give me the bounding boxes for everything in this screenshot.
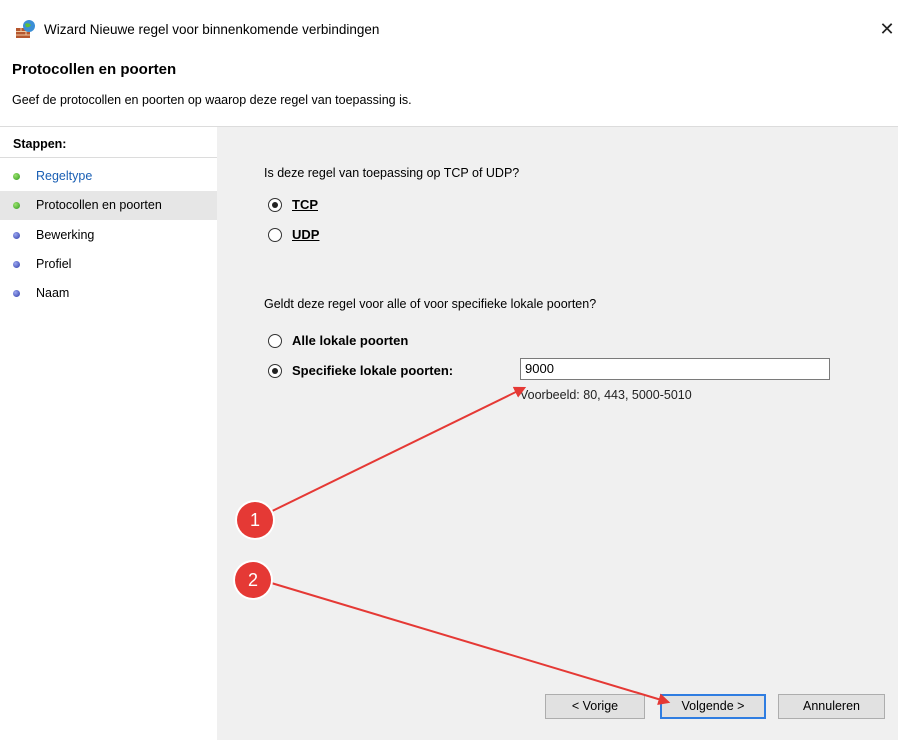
- annotation-arrow-1: [261, 386, 527, 517]
- annotation-badge-2: 2: [235, 562, 271, 598]
- annotation-badge-1: 1: [237, 502, 273, 538]
- annotation-overlay: [261, 386, 671, 705]
- annotation-arrow-2: [267, 581, 671, 705]
